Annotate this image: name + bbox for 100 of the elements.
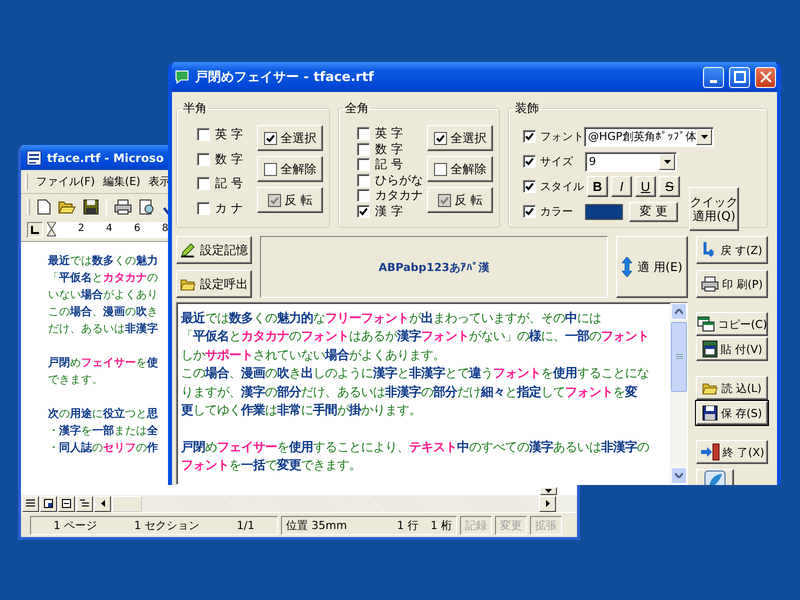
document-text-line: ・同人誌のセリフの作 (48, 440, 158, 456)
menu-item[interactable]: ファイル(F) (36, 174, 95, 189)
dropdown-button[interactable] (696, 128, 712, 144)
tab-stop-button[interactable] (27, 222, 43, 238)
font-dropdown[interactable]: @HGP創英角ﾎﾟｯﾌﾟ体 (584, 126, 714, 146)
checkbox[interactable]: 記 号 (197, 176, 257, 191)
copy-button[interactable]: コピー(C) (696, 312, 768, 336)
scroll-down-button[interactable] (540, 487, 557, 495)
invert-button[interactable]: 反 転 (427, 187, 493, 213)
clear-all-button[interactable]: 全解除 (257, 156, 323, 182)
text-line: この場合、漫画の吹き 出 しのように漢字と非漢字とで違う フォント を使用することにな (181, 364, 649, 382)
checkbox[interactable]: フォント (523, 129, 584, 144)
invert-button[interactable]: 反 転 (257, 187, 323, 213)
style-button[interactable]: U (635, 176, 656, 197)
checked-box-icon (268, 194, 281, 206)
checkbox[interactable]: ひらがな (357, 172, 427, 188)
up-down-arrow-icon (622, 257, 632, 277)
select-all-button[interactable]: 全選択 (257, 125, 323, 151)
maximize-button[interactable] (729, 66, 750, 88)
quick-apply-button[interactable]: クイック 適用(Q) (689, 187, 739, 231)
check-mark-icon (359, 206, 368, 216)
scroll-thumb[interactable] (671, 322, 687, 392)
text-line: 戸閉めフェイサーを使用することにより、テキスト 中のすべての漢字あるいは非漢字の (181, 438, 649, 456)
view-button[interactable] (58, 496, 75, 512)
checkbox[interactable]: 漢 字 (357, 204, 427, 218)
checked-box-icon (438, 194, 451, 206)
ruler-number: 6 (134, 223, 140, 234)
checkbox[interactable]: 記 号 (357, 157, 427, 172)
select-all-button[interactable]: 全選択 (427, 125, 493, 151)
checkbox[interactable]: スタイル (523, 179, 585, 194)
document-icon (26, 150, 42, 166)
scrollbar[interactable] (670, 303, 687, 484)
scroll-right-button[interactable] (539, 496, 556, 512)
status-text: 1/1 (236, 518, 254, 532)
checkbox[interactable]: カ ナ (197, 200, 257, 216)
status-mode: 拡張 (530, 516, 562, 534)
printer-icon (701, 276, 720, 292)
save-settings-button[interactable]: 設定記憶 (176, 236, 252, 264)
view-button[interactable] (76, 496, 93, 512)
dropdown-button[interactable] (659, 154, 675, 170)
print-button[interactable]: 印 刷(P) (696, 270, 768, 298)
checkbox[interactable]: 英 字 (197, 127, 257, 142)
checkbox[interactable]: 英 字 (357, 126, 427, 141)
text-line: 更してゆく 作業は非常に手間が掛かります。 (181, 400, 421, 419)
document-text-line: この場合、漫画の吹き (48, 304, 158, 320)
printer-icon (114, 198, 132, 214)
scroll-left-button[interactable] (94, 496, 111, 512)
paste-button[interactable]: 貼 付(V) (696, 337, 768, 361)
pencil-icon (180, 242, 196, 258)
menu-item[interactable]: 編集(E) (102, 174, 140, 189)
status-text: 1 行 (397, 518, 418, 532)
view-button[interactable] (40, 496, 57, 512)
view-icon (80, 499, 89, 508)
open-folder-icon (58, 198, 76, 214)
font-preview: ABPabp123あｱﾊﾟ漢 (260, 236, 608, 298)
scroll-up-button[interactable] (671, 303, 687, 320)
change-button[interactable]: 変 更 (629, 202, 678, 222)
document-text-line: いない場合がよくあり (48, 287, 158, 303)
checkbox[interactable]: カラー (523, 204, 585, 219)
status-text: 1 セクション (134, 518, 200, 532)
check-mark-icon (525, 182, 534, 191)
open-button[interactable]: 読 込(L) (696, 376, 768, 400)
exit-door-icon (700, 443, 720, 461)
text-line: 「平仮名 と カタカナのフォント はあるが漢字フォント がない」の様に、一部のフォント (181, 327, 649, 346)
down-arrow-icon (664, 160, 670, 164)
document-text-line: 「平仮名 と カタカナの (48, 270, 158, 286)
checkbox[interactable]: サイズ (523, 154, 585, 169)
minimize-button[interactable] (703, 66, 724, 88)
copy-icon (696, 316, 715, 332)
group-title: 装飾 (514, 100, 540, 117)
undo-button[interactable]: 戻 す(Z) (696, 236, 768, 264)
minimize-icon (710, 80, 717, 82)
right-arrow-icon (546, 500, 550, 507)
save-button[interactable]: 保 存(S) (696, 401, 768, 425)
apply-button[interactable]: 適 用(E) (616, 236, 688, 298)
scroll-down-button[interactable] (671, 467, 687, 484)
exit-button[interactable]: 終 了(X) (696, 440, 768, 464)
view-button[interactable] (22, 496, 39, 512)
close-button[interactable] (755, 66, 776, 88)
checkbox[interactable]: 数 字 (197, 152, 257, 166)
ruler-number: 4 (106, 223, 112, 234)
style-button[interactable]: I (611, 176, 632, 197)
document-text-line: ・漢字を一部 または全 (48, 423, 158, 439)
checkbox[interactable]: 数 字 (357, 142, 427, 156)
folder-icon (180, 277, 196, 291)
new-document-icon (37, 198, 51, 214)
style-button[interactable]: S (659, 176, 680, 197)
load-settings-button[interactable]: 設定呼出 (176, 270, 252, 298)
document-text-line: だけ、あるいは非漢字 (48, 321, 158, 337)
text-area[interactable] (176, 302, 688, 485)
size-dropdown[interactable]: 9 (585, 152, 677, 172)
style-button[interactable]: B (587, 176, 608, 197)
document-text-line: できます。 (48, 372, 103, 388)
paste-icon (702, 340, 718, 358)
text-line: りますが、漢字の部分だけ、あるいは非漢字の部分だけ細々 と指定 してフォント を変 (181, 382, 637, 401)
window-title: 戸閉めフェイサー - tface.rtf (195, 69, 375, 86)
checkbox[interactable]: カタカナ (357, 188, 427, 203)
group-title: 全角 (344, 100, 370, 117)
clear-all-button[interactable]: 全解除 (427, 156, 493, 182)
window-title: tface.rtf - Microso (47, 150, 164, 164)
